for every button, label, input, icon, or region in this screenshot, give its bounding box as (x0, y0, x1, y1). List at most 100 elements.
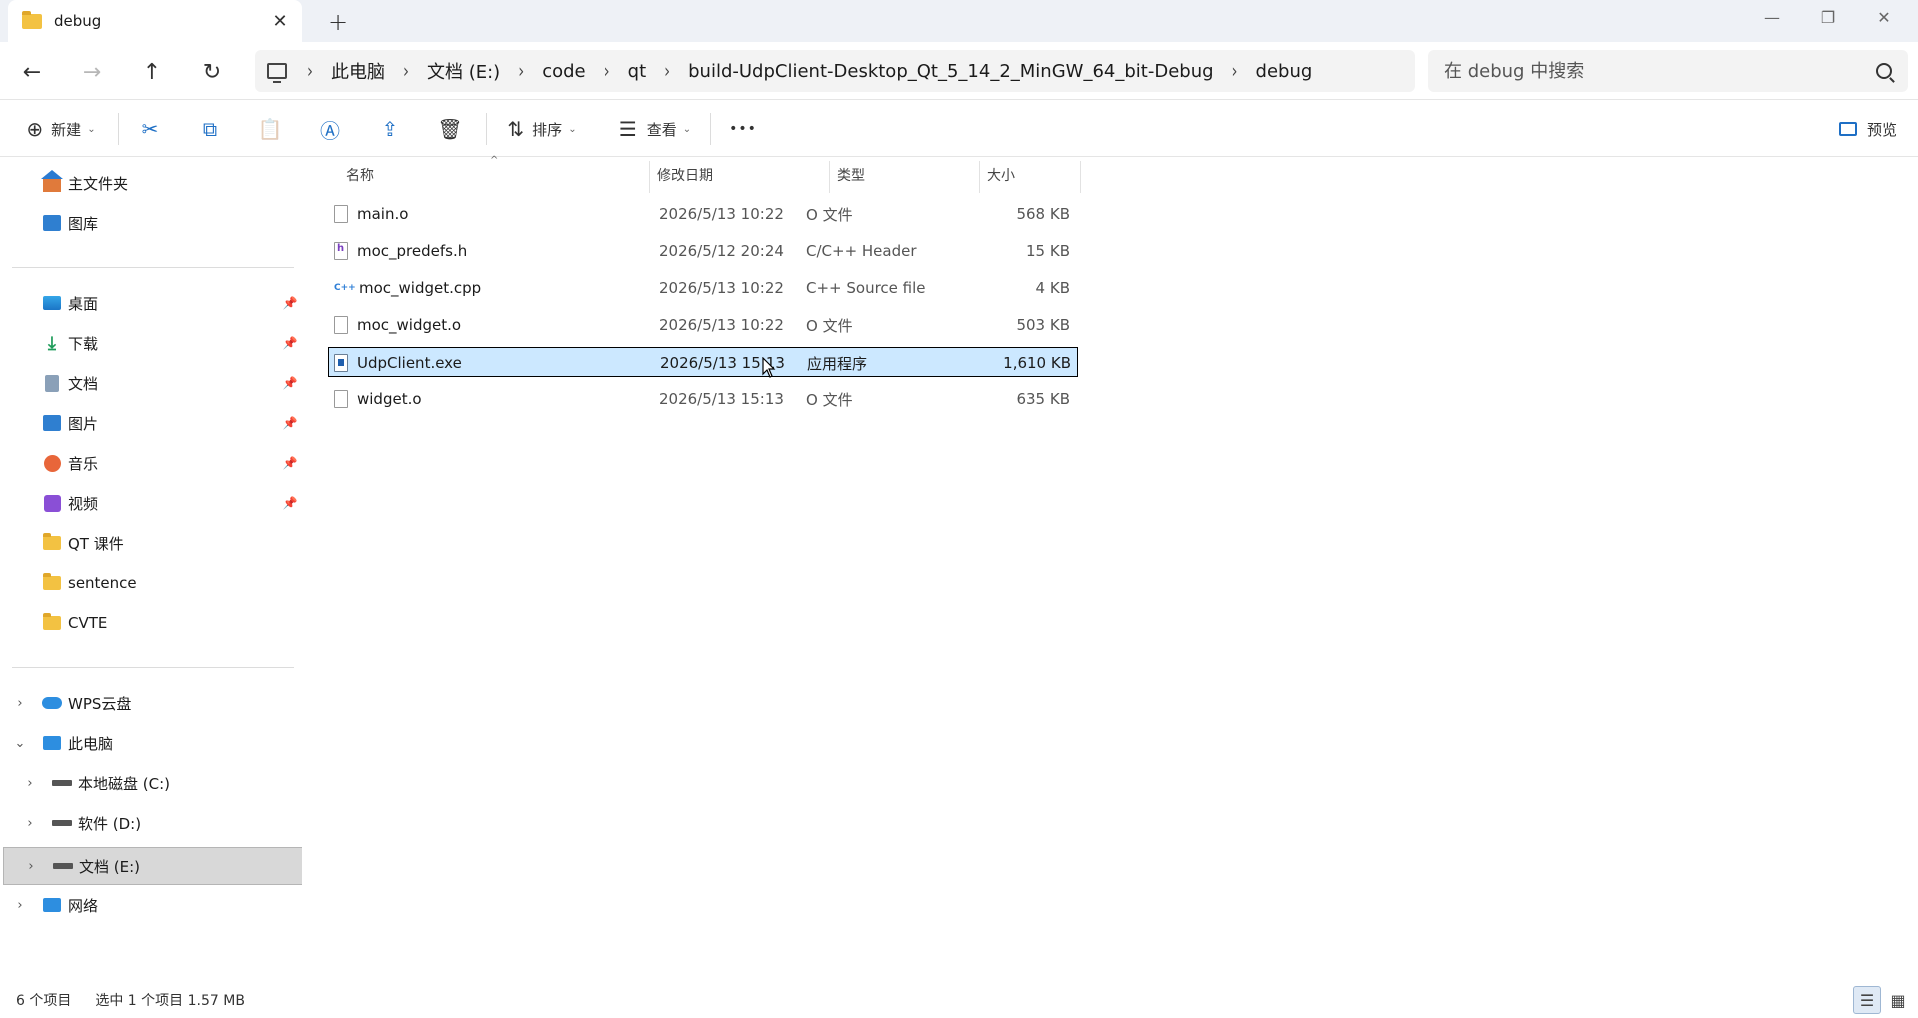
paste-button[interactable]: 📋 (250, 109, 290, 149)
new-tab-button[interactable]: + (320, 6, 356, 38)
sidebar-item-qt-courseware[interactable]: QT 课件 (0, 525, 302, 561)
back-button[interactable]: ← (12, 52, 52, 92)
breadcrumb-item-code[interactable]: code (532, 61, 595, 82)
document-icon (42, 374, 62, 392)
chevron-right-icon[interactable]: › (656, 59, 678, 82)
share-button[interactable]: ⇪ (370, 109, 410, 149)
preview-pane-button[interactable]: 预览 (1826, 109, 1910, 149)
sidebar-item-music[interactable]: 音乐 📌 (0, 445, 302, 481)
more-options-button[interactable]: ••• (722, 109, 764, 149)
table-row[interactable]: moc_widget.o 2026/5/13 10:22 O 文件 503 KB (328, 310, 1078, 340)
tab-bar: debug ✕ + — ❐ ✕ (0, 0, 1918, 42)
up-button[interactable]: ↑ (132, 52, 172, 92)
sidebar-item-drive-e[interactable]: › 文档 (E:) (3, 847, 305, 885)
column-divider[interactable] (649, 161, 650, 193)
sidebar-item-pictures[interactable]: 图片 📌 (0, 405, 302, 441)
chevron-right-icon[interactable]: › (10, 898, 30, 913)
sidebar-item-sentence[interactable]: sentence (0, 565, 302, 601)
table-row[interactable]: main.o 2026/5/13 10:22 O 文件 568 KB (328, 199, 1078, 229)
new-button[interactable]: ⊕ 新建 ⌄ (18, 109, 104, 149)
file-list: ^ 名称 修改日期 类型 大小 main.o 2026/5/13 10:22 O… (302, 155, 1918, 981)
folder-icon (42, 573, 62, 592)
toolbar-divider (118, 113, 119, 145)
chevron-right-icon[interactable]: › (21, 859, 41, 874)
column-header-name[interactable]: 名称 (346, 157, 646, 193)
view-button[interactable]: ☰ 查看 ⌄ (612, 109, 698, 149)
search-icon[interactable] (1876, 63, 1892, 79)
chevron-right-icon[interactable]: › (510, 59, 532, 82)
chevron-right-icon[interactable]: › (20, 776, 40, 791)
sidebar-divider (12, 667, 294, 668)
delete-button[interactable]: 🗑 (430, 109, 470, 149)
sidebar-item-this-pc[interactable]: ⌄ 此电脑 (0, 725, 302, 761)
restore-button[interactable]: ❐ (1800, 0, 1856, 34)
table-row-selected[interactable]: UdpClient.exe 2026/5/13 15:13 应用程序 1,610… (328, 347, 1078, 377)
breadcrumb-item-this-pc[interactable]: 此电脑 (321, 58, 395, 84)
breadcrumb[interactable]: › 此电脑 › 文档 (E:) › code › qt › build-UdpC… (255, 50, 1415, 92)
exe-file-icon (334, 354, 348, 372)
folder-icon (22, 10, 42, 29)
breadcrumb-item-drive-e[interactable]: 文档 (E:) (417, 58, 510, 84)
copy-button[interactable]: ⧉ (190, 109, 230, 149)
sidebar-item-drive-d[interactable]: › 软件 (D:) (0, 805, 302, 841)
sidebar-item-network[interactable]: › 网络 (0, 887, 302, 923)
breadcrumb-item-qt[interactable]: qt (618, 61, 656, 82)
music-icon (42, 454, 62, 472)
sidebar-item-label: 下载 (68, 334, 99, 353)
column-divider[interactable] (979, 161, 980, 193)
sidebar-item-documents[interactable]: 文档 📌 (0, 365, 302, 401)
chevron-right-icon[interactable]: › (596, 59, 618, 82)
view-label: 查看 (646, 120, 677, 139)
file-size: 15 KB (1026, 242, 1070, 260)
chevron-right-icon[interactable]: › (395, 59, 417, 82)
column-header-date[interactable]: 修改日期 (657, 157, 827, 193)
search-box[interactable] (1428, 50, 1908, 92)
table-row[interactable]: widget.o 2026/5/13 15:13 O 文件 635 KB (328, 384, 1078, 414)
file-icon (334, 390, 348, 408)
view-icon: ☰ (618, 117, 637, 141)
sidebar-item-drive-c[interactable]: › 本地磁盘 (C:) (0, 765, 302, 801)
column-divider[interactable] (1080, 161, 1081, 193)
tab-title: debug (54, 12, 102, 30)
sort-button[interactable]: ⇅ 排序 ⌄ (500, 109, 584, 149)
download-icon: ⤓ (48, 332, 56, 354)
close-window-button[interactable]: ✕ (1856, 0, 1912, 34)
chevron-down-icon: ⌄ (682, 123, 692, 135)
pc-icon (42, 734, 62, 752)
breadcrumb-item-debug[interactable]: debug (1246, 61, 1323, 82)
forward-button[interactable]: → (72, 52, 112, 92)
trash-icon: 🗑 (437, 117, 463, 141)
rename-button[interactable]: Ⓐ (310, 109, 350, 149)
chevron-right-icon[interactable]: › (20, 816, 40, 831)
sidebar-item-gallery[interactable]: 图库 (0, 205, 302, 241)
chevron-down-icon[interactable]: ⌄ (10, 736, 30, 751)
details-view-button[interactable]: ☰ (1853, 986, 1881, 1014)
column-header-size[interactable]: 大小 (987, 157, 1077, 193)
table-row[interactable]: C++ moc_widget.cpp 2026/5/13 10:22 C++ So… (328, 273, 1078, 303)
minimize-button[interactable]: — (1744, 0, 1800, 34)
close-tab-button[interactable]: ✕ (266, 7, 294, 35)
mouse-cursor-icon (762, 357, 776, 378)
column-divider[interactable] (829, 161, 830, 193)
sidebar-item-desktop[interactable]: 桌面 📌 (0, 285, 302, 321)
table-row[interactable]: moc_predefs.h 2026/5/12 20:24 C/C++ Head… (328, 236, 1078, 266)
chevron-right-icon[interactable]: › (1224, 59, 1246, 82)
sidebar-item-videos[interactable]: 视频 📌 (0, 485, 302, 521)
breadcrumb-item-build[interactable]: build-UdpClient-Desktop_Qt_5_14_2_MinGW_… (678, 61, 1223, 82)
sort-icon: ⇅ (507, 117, 525, 141)
refresh-button[interactable]: ↻ (192, 52, 232, 92)
sidebar-item-home[interactable]: 主文件夹 (0, 165, 302, 201)
folder-icon (42, 533, 62, 552)
file-size: 4 KB (1035, 279, 1070, 297)
pin-icon: 📌 (282, 296, 298, 310)
cut-button[interactable]: ✂ (130, 109, 170, 149)
sidebar-item-downloads[interactable]: ⤓ 下载 📌 (0, 325, 302, 361)
chevron-right-icon[interactable]: › (10, 696, 30, 711)
sidebar-item-wps-cloud[interactable]: › WPS云盘 (0, 685, 302, 721)
chevron-right-icon[interactable]: › (299, 59, 321, 82)
sidebar-item-cvte[interactable]: CVTE (0, 605, 302, 641)
tab-debug[interactable]: debug ✕ (8, 0, 302, 42)
column-header-type[interactable]: 类型 (837, 157, 977, 193)
search-input[interactable] (1444, 60, 1876, 82)
tiles-view-button[interactable]: ▦ (1884, 986, 1912, 1014)
